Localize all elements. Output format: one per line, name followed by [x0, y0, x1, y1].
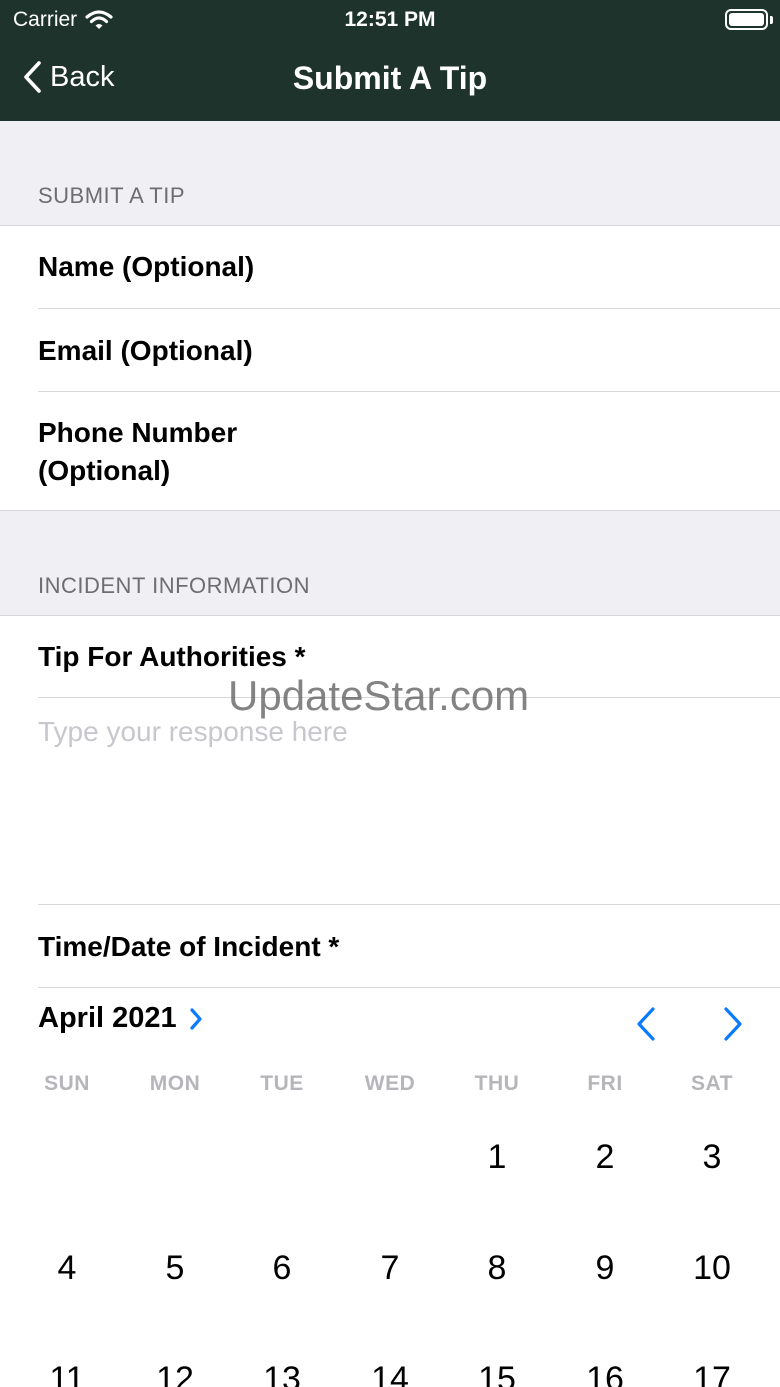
- section-title-submit: SUBMIT A TIP: [38, 183, 186, 208]
- divider: [38, 904, 780, 905]
- weekday-mon: MON: [149, 1072, 201, 1095]
- next-month-button[interactable]: [712, 1004, 752, 1044]
- weekday-wed: WED: [364, 1072, 416, 1095]
- calendar-day[interactable]: 9: [555, 1249, 655, 1288]
- calendar-day[interactable]: 16: [555, 1360, 655, 1387]
- calendar-day[interactable]: 17: [662, 1360, 762, 1387]
- month-year-button[interactable]: April 2021: [38, 1002, 203, 1035]
- submit-fields-group: Name (Optional) Email (Optional) Phone N…: [0, 226, 780, 510]
- calendar-day[interactable]: 15: [447, 1360, 547, 1387]
- calendar-day[interactable]: 3: [662, 1138, 762, 1177]
- weekday-sun: SUN: [44, 1072, 90, 1095]
- calendar-day[interactable]: 1: [447, 1138, 547, 1177]
- calendar-day[interactable]: 13: [232, 1360, 332, 1387]
- phone-field[interactable]: Phone Number (Optional): [38, 414, 237, 490]
- calendar-day[interactable]: 11: [17, 1360, 117, 1387]
- weekday-fri: FRI: [587, 1072, 623, 1095]
- calendar-day[interactable]: 2: [555, 1138, 655, 1177]
- section-header-submit: SUBMIT A TIP: [0, 121, 780, 226]
- divider: [38, 697, 780, 698]
- month-label: April 2021: [38, 1002, 177, 1034]
- email-field[interactable]: Email (Optional): [38, 332, 253, 370]
- tip-textarea[interactable]: [38, 716, 738, 896]
- status-time: 12:51 PM: [344, 8, 436, 31]
- chevron-left-icon: [637, 1007, 655, 1041]
- chevron-right-icon: [190, 1007, 202, 1030]
- divider: [38, 308, 780, 309]
- weekday-tue: TUE: [260, 1072, 304, 1095]
- section-title-incident: INCIDENT INFORMATION: [38, 573, 310, 598]
- weekday-thu: THU: [474, 1072, 520, 1095]
- name-field[interactable]: Name (Optional): [38, 248, 254, 286]
- calendar-day[interactable]: 8: [447, 1249, 547, 1288]
- calendar-day[interactable]: 14: [340, 1360, 440, 1387]
- date-label: Time/Date of Incident *: [38, 931, 340, 962]
- status-bar: Carrier 12:51 PM: [0, 0, 780, 40]
- calendar-day[interactable]: 10: [662, 1249, 762, 1288]
- chevron-right-icon: [724, 1007, 742, 1041]
- divider: [38, 987, 780, 988]
- weekday-sat: SAT: [691, 1072, 733, 1095]
- calendar-day[interactable]: 6: [232, 1249, 332, 1288]
- tip-label: Tip For Authorities *: [38, 641, 306, 672]
- calendar-day[interactable]: 7: [340, 1249, 440, 1288]
- calendar-day[interactable]: 4: [17, 1249, 117, 1288]
- divider: [38, 391, 780, 392]
- navigation-bar: Back Submit A Tip: [0, 50, 780, 110]
- section-header-incident: INCIDENT INFORMATION: [0, 510, 780, 616]
- previous-month-button[interactable]: [628, 1004, 668, 1044]
- top-bar: Carrier 12:51 PM Back Submit A Tip: [0, 0, 780, 121]
- page-title: Submit A Tip: [292, 60, 488, 96]
- calendar-day[interactable]: 12: [125, 1360, 225, 1387]
- battery-icon: [725, 9, 768, 30]
- battery-cap: [770, 16, 773, 24]
- calendar-day[interactable]: 5: [125, 1249, 225, 1288]
